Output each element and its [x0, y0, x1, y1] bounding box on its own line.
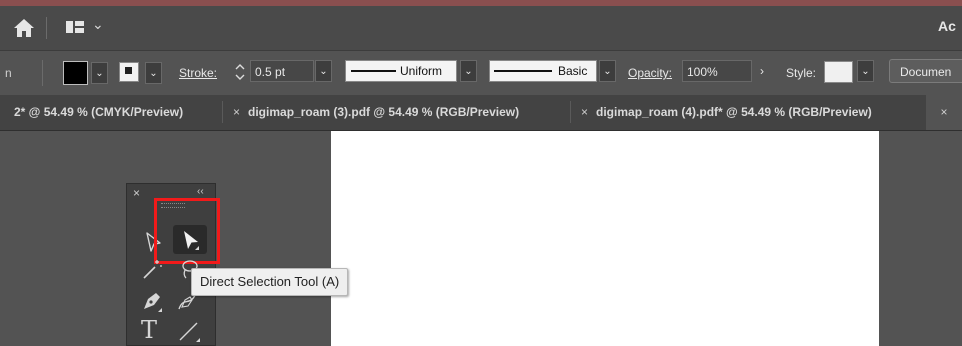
- close-icon[interactable]: ×: [233, 105, 240, 119]
- magic-wand-icon[interactable]: [140, 257, 164, 281]
- brush-dropdown[interactable]: ⌄: [599, 60, 616, 82]
- tab-label: digimap_roam (3).pdf @ 54.49 % (RGB/Prev…: [248, 105, 520, 119]
- pen-tool-icon[interactable]: [140, 287, 166, 313]
- tab-label: digimap_roam (4).pdf* @ 54.49 % (RGB/Pre…: [596, 105, 872, 119]
- close-icon[interactable]: ×: [940, 105, 947, 119]
- tab-separator: [570, 101, 571, 123]
- toolbar-divider: [46, 17, 47, 39]
- document-setup-button[interactable]: Documen: [889, 59, 962, 83]
- graphic-style-swatch[interactable]: [824, 61, 853, 83]
- document-tab-active[interactable]: ×: [926, 95, 962, 130]
- style-label: Style:: [786, 66, 817, 80]
- app-title: Ac: [938, 18, 956, 34]
- document-tab[interactable]: 2* @ 54.49 % (CMYK/Preview): [14, 95, 183, 130]
- highlight-box: [154, 198, 220, 264]
- profile-dropdown[interactable]: ⌄: [460, 60, 477, 82]
- brush-label: Basic: [558, 64, 588, 78]
- tab-label: 2* @ 54.49 % (CMYK/Preview): [14, 105, 184, 119]
- toolbar-divider: [42, 60, 43, 86]
- stroke-label-link[interactable]: Stroke:: [179, 66, 217, 80]
- tab-separator: [222, 101, 223, 123]
- opacity-label-link[interactable]: Opacity:: [628, 66, 672, 80]
- stroke-chevron-button[interactable]: ⌄: [145, 62, 162, 84]
- artboard[interactable]: [331, 131, 879, 346]
- collapse-panel-icon[interactable]: ‹‹: [197, 186, 204, 197]
- document-tab[interactable]: × digimap_roam (4).pdf* @ 54.49 % (RGB/Pr…: [581, 95, 872, 130]
- fill-chevron-button[interactable]: ⌄: [91, 62, 108, 84]
- workspace-layout-icon[interactable]: [66, 21, 84, 33]
- application-bar: [0, 0, 962, 51]
- opacity-input[interactable]: 100%: [682, 60, 752, 82]
- fill-color-swatch[interactable]: [63, 61, 88, 85]
- chevron-down-icon[interactable]: ⌄: [92, 16, 104, 33]
- control-bar-label: n: [5, 66, 12, 80]
- type-tool-icon[interactable]: T: [141, 316, 157, 344]
- profile-preview-line: [351, 70, 396, 72]
- tooltip: Direct Selection Tool (A): [191, 268, 349, 296]
- profile-label: Uniform: [400, 64, 443, 78]
- document-tab[interactable]: × digimap_roam (3).pdf @ 54.49 % (RGB/Pre…: [233, 95, 519, 130]
- style-dropdown[interactable]: ⌄: [857, 60, 874, 82]
- home-icon[interactable]: [13, 18, 35, 38]
- close-icon[interactable]: ×: [133, 186, 140, 200]
- stroke-weight-stepper-icon[interactable]: [232, 61, 248, 83]
- stroke-weight-input[interactable]: 0.5 pt: [250, 60, 314, 82]
- close-icon[interactable]: ×: [581, 105, 588, 119]
- window-top-edge: [0, 0, 962, 6]
- stroke-weight-dropdown[interactable]: ⌄: [315, 60, 332, 82]
- opacity-expand-arrow[interactable]: ›: [752, 60, 772, 82]
- brush-preview-line: [494, 70, 552, 72]
- stroke-swatch-center: [125, 67, 132, 74]
- line-segment-tool-icon[interactable]: [176, 319, 202, 343]
